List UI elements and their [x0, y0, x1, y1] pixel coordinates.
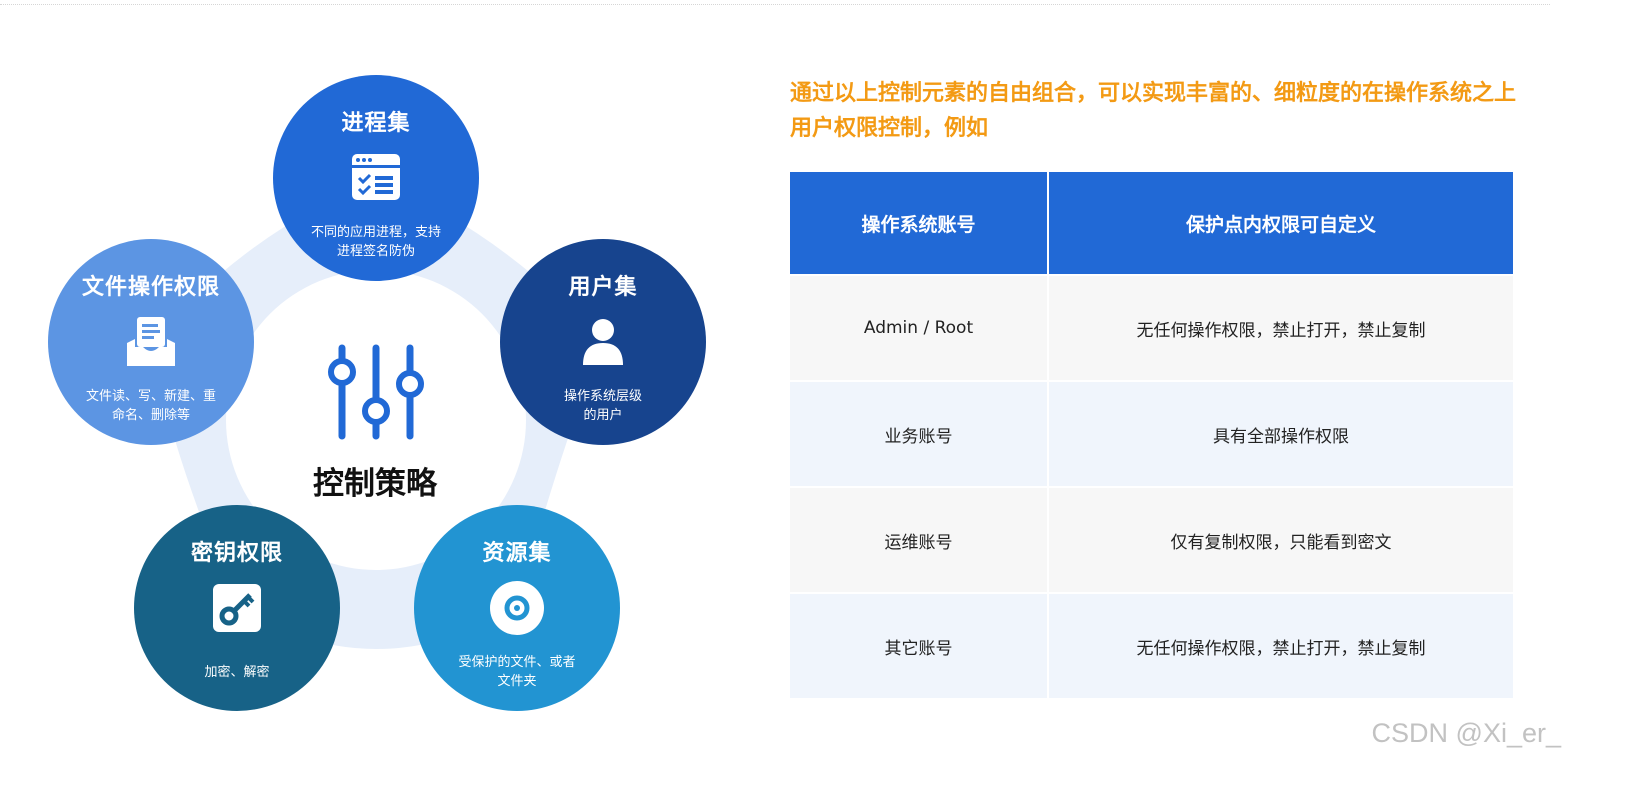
table-row: 运维账号 仅有复制权限，只能看到密文	[790, 486, 1513, 593]
process-window-icon	[352, 154, 400, 200]
node-desc: 操作系统层级 的用户	[563, 389, 642, 423]
table-cell-permission: 无任何操作权限，禁止打开，禁止复制	[1048, 592, 1513, 698]
node-desc: 文件读、写、新建、重 命名、删除等	[85, 389, 216, 423]
node-user-set: 用户集 操作系统层级 的用户	[500, 239, 706, 445]
sliders-icon	[328, 344, 424, 440]
node-title: 资源集	[482, 541, 552, 566]
permission-table: 操作系统账号 保护点内权限可自定义 Admin / Root 无任何操作权限，禁…	[790, 172, 1513, 698]
table-cell-account: 运维账号	[790, 486, 1049, 593]
table-cell-account: 业务账号	[790, 380, 1049, 487]
node-process-set: 进程集 不同的应用进程，支持 进程签名防伪	[273, 75, 479, 281]
center-label: 控制策略	[313, 466, 437, 502]
node-title: 用户集	[568, 275, 638, 300]
table-cell-account: Admin / Root	[790, 274, 1049, 381]
table-header-row: 操作系统账号 保护点内权限可自定义	[790, 172, 1513, 275]
node-title: 文件操作权限	[81, 275, 220, 300]
node-title: 密钥权限	[190, 541, 283, 566]
watermark: CSDN @Xi_er_	[1371, 718, 1561, 748]
table-cell-permission: 具有全部操作权限	[1048, 380, 1513, 487]
node-title: 进程集	[341, 111, 411, 136]
table-cell-permission: 无任何操作权限，禁止打开，禁止复制	[1048, 274, 1513, 381]
table-cell-permission: 仅有复制权限，只能看到密文	[1048, 486, 1513, 593]
table-cell-account: 其它账号	[790, 592, 1049, 698]
key-icon	[213, 584, 261, 632]
table-row: 业务账号 具有全部操作权限	[790, 380, 1513, 487]
table-row: 其它账号 无任何操作权限，禁止打开，禁止复制	[790, 592, 1513, 698]
control-policy-diagram: 进程集 不同的应用进程，支持 进程签名防伪 用户集 操作系统层级 的用户 资源集…	[0, 0, 760, 799]
table-header-permission: 保护点内权限可自定义	[1048, 172, 1513, 275]
target-icon	[490, 581, 544, 635]
table-header-account: 操作系统账号	[790, 172, 1049, 275]
node-desc: 加密、解密	[204, 665, 270, 680]
node-desc: 不同的应用进程，支持 进程签名防伪	[310, 225, 441, 259]
node-desc: 受保护的文件、或者 文件夹	[458, 655, 576, 689]
node-file-operation-permission: 文件操作权限 文件读、写、新建、重 命名、删除等	[48, 239, 254, 445]
node-key-permission: 密钥权限 加密、解密	[134, 505, 340, 711]
headline: 通过以上控制元素的自由组合，可以实现丰富的、细粒度的在操作系统之上用户权限控制，…	[790, 81, 1517, 141]
inbox-document-icon	[127, 317, 175, 366]
user-icon	[583, 319, 623, 365]
node-resource-set: 资源集 受保护的文件、或者 文件夹	[414, 505, 620, 711]
table-row: Admin / Root 无任何操作权限，禁止打开，禁止复制	[790, 274, 1513, 381]
